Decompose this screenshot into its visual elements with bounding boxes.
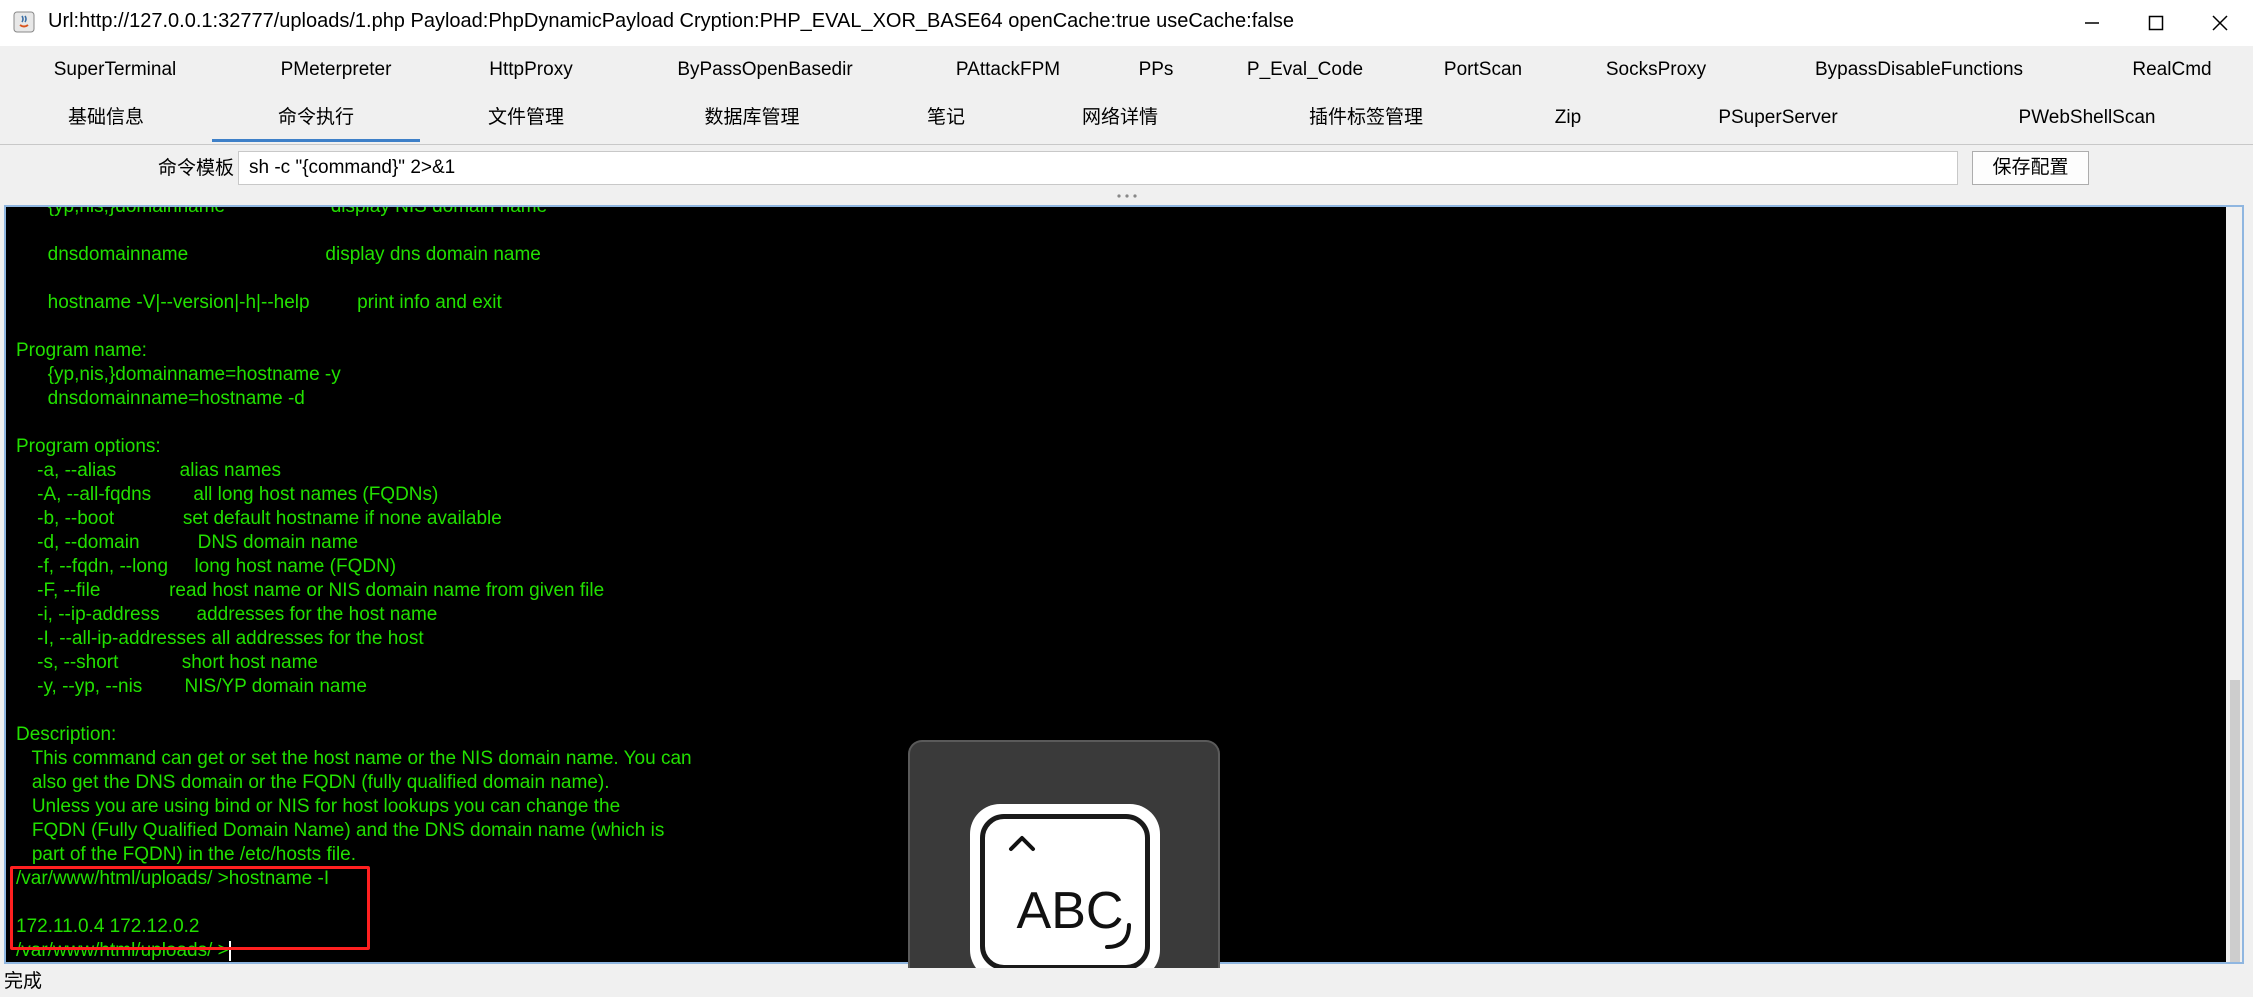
save-config-button[interactable]: 保存配置 [1972, 151, 2089, 185]
tab-p-eval-code[interactable]: P_Eval_Code [1242, 46, 1368, 94]
maximize-icon [2148, 15, 2164, 31]
terminal-line: -i, --ip-address addresses for the host … [16, 604, 438, 625]
tab-file-manager[interactable]: 文件管理 [478, 94, 574, 142]
terminal-line: -f, --fqdn, --long long host name (FQDN) [16, 556, 397, 577]
ime-indicator-panel: ABC [908, 740, 1220, 997]
tab-realcmd[interactable]: RealCmd [2124, 46, 2220, 94]
close-icon [2212, 15, 2228, 31]
terminal-line: dnsdomainname display dns domain name [16, 244, 541, 265]
terminal-line: -I, --all-ip-addresses all addresses for… [16, 628, 424, 649]
tab-socksproxy[interactable]: SocksProxy [1596, 46, 1716, 94]
ime-curve-icon [1105, 923, 1131, 949]
tab-zip[interactable]: Zip [1546, 94, 1590, 142]
caret-up-icon [1009, 836, 1035, 851]
splitter-grip-icon[interactable] [1116, 193, 1138, 199]
tab-portscan[interactable]: PortScan [1432, 46, 1534, 94]
terminal-line: Program name: [16, 340, 147, 361]
status-bar: 完成 [0, 968, 2253, 997]
terminal-line: -d, --domain DNS domain name [16, 532, 359, 553]
terminal-line: hostname -V|--version|-h|--help print in… [16, 292, 502, 313]
minimize-icon [2085, 22, 2099, 24]
terminal-line: -A, --all-fqdns all long host names (FQD… [16, 484, 439, 505]
terminal-line: This command can get or set the host nam… [16, 748, 692, 769]
terminal-line: part of the FQDN) in the /etc/hosts file… [16, 844, 357, 865]
tab-psuperserver[interactable]: PSuperServer [1708, 94, 1848, 142]
terminal-line: also get the DNS domain or the FQDN (ful… [16, 772, 610, 793]
title-bar: Url:http://127.0.0.1:32777/uploads/1.php… [0, 0, 2253, 47]
tab-pattackfpm[interactable]: PAttackFPM [946, 46, 1070, 94]
tab-bypassdisablefunctions[interactable]: BypassDisableFunctions [1810, 46, 2028, 94]
command-template-input[interactable] [238, 151, 1958, 185]
maximize-button[interactable] [2124, 0, 2188, 46]
scrollbar-thumb[interactable] [2230, 680, 2240, 962]
ime-key-border: ABC [980, 814, 1150, 970]
terminal-line: -y, --yp, --nis NIS/YP domain name [16, 676, 367, 697]
tab-network-details[interactable]: 网络详情 [1072, 94, 1168, 142]
terminal-line: Program options: [16, 436, 161, 457]
terminal-line: {yp,nis,}domainname=hostname -y [16, 364, 341, 385]
tab-divider [0, 144, 2253, 145]
red-highlight-annotation [10, 866, 370, 950]
minimize-button[interactable] [2060, 0, 2124, 46]
tab-pwebshellscan[interactable]: PWebShellScan [2014, 94, 2160, 142]
terminal-line: -s, --short short host name [16, 652, 318, 673]
tab-bypassopenbasedir[interactable]: ByPassOpenBasedir [672, 46, 858, 94]
tab-pps[interactable]: PPs [1130, 46, 1182, 94]
tab-database-manager[interactable]: 数据库管理 [690, 94, 814, 142]
tab-superterminal[interactable]: SuperTerminal [40, 46, 190, 94]
terminal-line: Description: [16, 724, 117, 745]
tab-notes[interactable]: 笔记 [916, 94, 976, 142]
close-button[interactable] [2188, 0, 2252, 46]
window-title: Url:http://127.0.0.1:32777/uploads/1.php… [48, 10, 1294, 32]
tab-basic-info[interactable]: 基础信息 [58, 94, 154, 142]
ime-key: ABC [970, 804, 1160, 980]
terminal-line: -a, --alias alias names [16, 460, 282, 481]
terminal-line: Unless you are using bind or NIS for hos… [16, 796, 621, 817]
plugin-tab-row: SuperTerminal PMeterpreter HttpProxy ByP… [0, 46, 2253, 94]
tab-plugin-tag-manager[interactable]: 插件标签管理 [1296, 94, 1436, 142]
terminal-line: -b, --boot set default hostname if none … [16, 508, 502, 529]
terminal-line: FQDN (Fully Qualified Domain Name) and t… [16, 820, 665, 841]
terminal-line: dnsdomainname=hostname -d [16, 388, 305, 409]
tab-command-exec[interactable]: 命令执行 [212, 94, 420, 142]
main-tab-row: 基础信息 命令执行 文件管理 数据库管理 笔记 网络详情 插件标签管理 Zip … [0, 94, 2253, 142]
terminal-line: -F, --file read host name or NIS domain … [16, 580, 605, 601]
command-template-label: 命令模板 [158, 158, 235, 179]
java-app-icon [13, 11, 35, 33]
terminal-line: {yp,nis,}domainname display NIS domain n… [16, 207, 692, 219]
tab-httpproxy[interactable]: HttpProxy [478, 46, 584, 94]
tab-pmeterpreter[interactable]: PMeterpreter [264, 46, 408, 94]
